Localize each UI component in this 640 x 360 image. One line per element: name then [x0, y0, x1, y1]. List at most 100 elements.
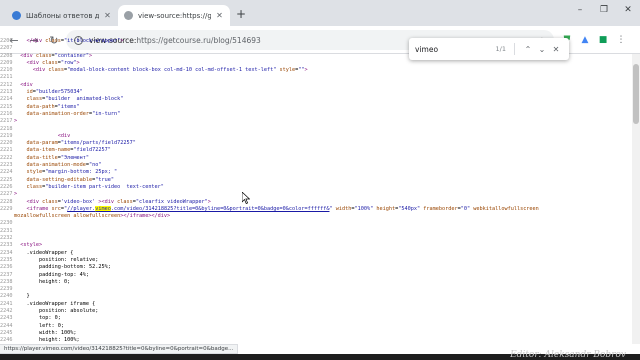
source-line: 2212 <div — [0, 82, 632, 89]
line-number: 2213 — [0, 89, 13, 96]
source-line: mozallowfullscreen allowfullscreen></ifr… — [0, 213, 632, 220]
line-number: 2231 — [0, 227, 13, 234]
line-number: 2237 — [0, 271, 13, 278]
find-input[interactable] — [415, 44, 496, 54]
vertical-scrollbar[interactable] — [632, 54, 640, 344]
code-token: "field72257" — [73, 147, 111, 154]
line-number — [0, 213, 14, 220]
tab-title: Шаблоны ответов для техподд... — [26, 11, 99, 20]
source-line: 2239 — [0, 286, 632, 293]
code-token: "540px" — [398, 205, 421, 212]
line-code: } — [14, 293, 30, 300]
close-window-button[interactable]: ✕ — [616, 0, 640, 20]
code-token: class — [42, 59, 58, 66]
code-token: "builder animated-block" — [45, 96, 124, 103]
line-number: 2221 — [0, 147, 13, 154]
code-token: webkitallowfullscreen — [473, 205, 539, 212]
line-number: 2216 — [0, 110, 13, 117]
code-token: div — [32, 38, 43, 44]
source-line: 2227 > — [0, 191, 632, 198]
code-token: height — [376, 205, 396, 212]
tab-view-source[interactable]: view-source:https://getcourse.ru ✕ — [118, 5, 230, 26]
source-line: 2240 } — [0, 293, 632, 300]
line-code: <style> — [14, 242, 42, 249]
code-token: "0" — [460, 205, 471, 212]
line-number: 2218 — [0, 125, 13, 132]
line-number: 2230 — [0, 220, 13, 227]
source-line: 2214 class="builder animated-block" — [0, 96, 632, 103]
close-tab-icon[interactable]: ✕ — [103, 11, 112, 20]
source-link[interactable]: .com/video/314218825?title=0&byline=0&po… — [111, 206, 330, 212]
line-number: 2207 — [0, 45, 13, 52]
line-number: 2245 — [0, 329, 13, 336]
line-number: 2215 — [0, 103, 13, 110]
line-number: 2227 — [0, 191, 13, 198]
line-code: data-param="items/parts/field72257" — [14, 140, 136, 147]
line-number: 2244 — [0, 322, 13, 329]
line-number: 2241 — [0, 300, 13, 307]
new-tab-button[interactable]: + — [234, 7, 248, 21]
code-token: "100%" — [354, 205, 374, 212]
source-line: 2242 position: absolute; — [0, 308, 632, 315]
code-token: <div — [26, 198, 40, 205]
code-token: "it-block-wrapper" — [64, 38, 121, 44]
line-number: 2219 — [0, 132, 13, 139]
find-close-icon[interactable]: ✕ — [549, 45, 563, 54]
scrollbar-thumb[interactable] — [633, 64, 639, 124]
maximize-button[interactable]: ❐ — [592, 0, 616, 20]
code-token: height: 0; — [39, 278, 71, 285]
line-code: <div class='video-box' ><div class="clea… — [14, 199, 211, 206]
code-token: class — [35, 52, 52, 59]
code-token: data-title — [26, 154, 58, 161]
code-token: position: absolute; — [39, 307, 99, 314]
source-link[interactable]: //player. — [67, 206, 95, 212]
line-number: 2236 — [0, 264, 13, 271]
search-match-highlight[interactable]: vimeo — [95, 205, 111, 212]
window-controls: – ❐ ✕ — [568, 0, 640, 20]
code-token: <div — [20, 81, 33, 88]
line-code: .videoWrapper iframe { — [14, 301, 96, 308]
code-token: frameborder — [423, 205, 458, 212]
source-line: 2229 <iframe src="//player.vimeo.com/vid… — [0, 205, 632, 213]
source-line: 2221 data-item-name="field72257" — [0, 147, 632, 154]
find-divider — [514, 43, 515, 55]
code-token: mozallowfullscreen — [14, 213, 71, 220]
minimize-button[interactable]: – — [568, 0, 592, 20]
source-line: 2233 <style> — [0, 242, 632, 249]
line-code: width: 100%; — [14, 330, 76, 337]
site-favicon-icon — [12, 11, 21, 20]
source-line: 2241 .videoWrapper iframe { — [0, 301, 632, 308]
line-number: 2240 — [0, 293, 13, 300]
code-token: class — [26, 96, 43, 103]
code-token: <div — [57, 132, 71, 139]
code-token: padding-top: 4%; — [39, 271, 89, 278]
line-number: 2223 — [0, 162, 13, 169]
find-next-icon[interactable]: ⌄ — [535, 45, 549, 54]
line-code: <div class="row"> — [14, 60, 80, 67]
line-code: style="margin-bottom: 25px; " — [14, 169, 118, 176]
line-code: id="builder575034" — [14, 89, 83, 96]
source-line: 2218 — [0, 126, 632, 133]
source-line: 2216 data-animation-order="in-turn" — [0, 111, 632, 118]
find-previous-icon[interactable]: ⌃ — [521, 45, 535, 54]
code-token: class — [42, 198, 58, 205]
tab-templates[interactable]: Шаблоны ответов для техподд... ✕ — [6, 5, 118, 26]
find-match-count: 1/1 — [495, 45, 506, 53]
code-token: <div — [32, 67, 46, 74]
line-number: 2242 — [0, 307, 13, 314]
close-tab-icon[interactable]: ✕ — [215, 11, 224, 20]
source-view: 2206 </div class="it-block-wrapper"> 2207… — [0, 38, 632, 346]
line-code: > — [14, 191, 17, 198]
